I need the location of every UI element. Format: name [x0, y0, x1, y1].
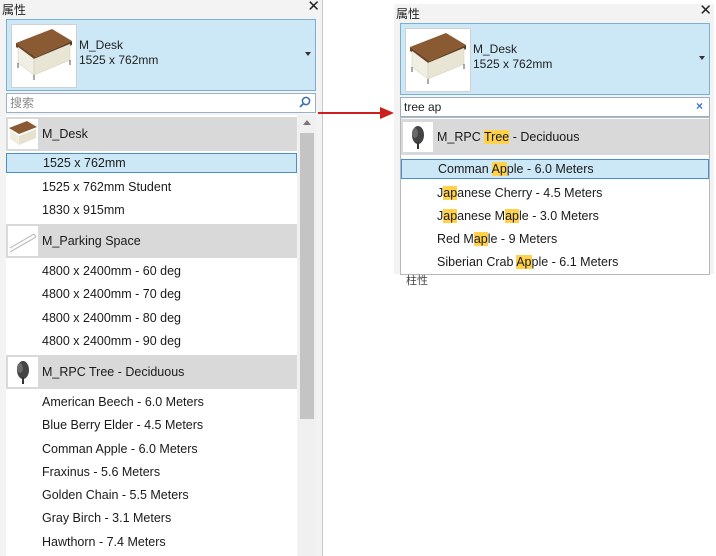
search-icon[interactable] — [299, 96, 311, 108]
group-row-m-desk: M_Desk — [6, 117, 297, 151]
list-item[interactable]: Hawthorn - 7.4 Meters — [6, 532, 297, 552]
list-item-label: Hawthorn - 7.4 Meters — [42, 535, 166, 549]
obscured-label: 柱性 — [406, 275, 428, 287]
search-input[interactable] — [401, 98, 709, 116]
list-item[interactable]: 4800 x 2400mm - 70 deg — [6, 284, 297, 304]
properties-panel-right: 属性 ✕ M_Desk 1525 x 762mm × — [394, 3, 714, 275]
list-item-label: Siberian Crab Apple - 6.1 Meters — [437, 255, 619, 269]
match-highlight: Ap — [491, 162, 507, 176]
list-item-label: 4800 x 2400mm - 90 deg — [42, 334, 181, 348]
list-item[interactable]: 1525 x 762mm Student — [6, 177, 297, 197]
match-highlight: ap — [443, 209, 458, 223]
list-item[interactable]: Japanese Maple - 3.0 Meters — [401, 206, 709, 226]
list-item-label: 1525 x 762mm — [43, 156, 126, 170]
type-list: M_Desk 1525 x 762mm 1525 x 762mm Student… — [6, 115, 297, 556]
parking-space-icon — [8, 226, 38, 256]
search-box[interactable] — [6, 93, 316, 113]
type-size: 1525 x 762mm — [473, 57, 553, 71]
list-item-label: Comman Apple - 6.0 Meters — [42, 442, 198, 456]
list-item-label: Red Maple - 9 Meters — [437, 232, 558, 246]
scroll-thumb[interactable] — [300, 133, 314, 419]
list-item[interactable]: Japanese Cherry - 4.5 Meters — [401, 183, 709, 203]
chevron-down-icon[interactable] — [699, 56, 705, 60]
type-name: M_Desk — [79, 38, 124, 52]
type-selector[interactable]: M_Desk 1525 x 762mm — [400, 23, 710, 95]
list-item[interactable]: 4800 x 2400mm - 80 deg — [6, 308, 297, 328]
list-item[interactable]: American Beech - 6.0 Meters — [6, 392, 297, 412]
list-item-label: American Beech - 6.0 Meters — [42, 395, 204, 409]
list-item-label: Comman Apple - 6.0 Meters — [438, 162, 594, 176]
properties-panel-left: 属性 ✕ M_Desk 1525 x 762mm 搜索 M_Desk 1525 … — [0, 0, 323, 556]
panel-title: 属性 — [2, 3, 27, 17]
list-item[interactable]: Red Maple - 9 Meters — [401, 229, 709, 249]
match-highlight: ap — [505, 209, 520, 223]
list-item[interactable]: Golden Chain - 5.5 Meters — [6, 485, 297, 505]
list-item-label: 4800 x 2400mm - 80 deg — [42, 311, 181, 325]
list-item[interactable]: Comman Apple - 6.0 Meters — [401, 159, 709, 179]
desk-thumbnail — [11, 24, 77, 88]
filtered-type-list: M_RPC Tree - Deciduous Comman Apple - 6.… — [400, 117, 710, 275]
match-highlight: ap — [473, 232, 488, 246]
desk-icon — [8, 119, 38, 149]
group-row-m-parking-space: M_Parking Space — [6, 224, 297, 258]
list-item-label: 4800 x 2400mm - 70 deg — [42, 287, 181, 301]
group-label: M_Parking Space — [42, 234, 141, 248]
type-size: 1525 x 762mm — [79, 53, 159, 67]
clear-search-icon[interactable]: × — [696, 99, 703, 113]
list-item-label: Blue Berry Elder - 4.5 Meters — [42, 418, 204, 432]
match-highlight: Tree — [484, 130, 510, 144]
list-item-label: Japanese Cherry - 4.5 Meters — [437, 186, 603, 200]
list-scrollbar[interactable] — [298, 115, 316, 556]
tree-icon — [8, 357, 38, 387]
list-item[interactable]: Comman Apple - 6.0 Meters — [6, 439, 297, 459]
list-item-label: Gray Birch - 3.1 Meters — [42, 511, 172, 525]
list-item[interactable]: Fraxinus - 5.6 Meters — [6, 462, 297, 482]
panel-title-bar: 属性 ✕ — [0, 0, 322, 17]
scroll-up-icon[interactable] — [303, 120, 311, 125]
group-row-m-rpc-tree: M_RPC Tree - Deciduous — [6, 355, 297, 389]
panel-title-bar: 属性 ✕ — [394, 3, 714, 22]
list-item[interactable]: Gray Birch - 3.1 Meters — [6, 508, 297, 528]
list-item[interactable]: 1525 x 762mm — [6, 153, 297, 173]
list-item[interactable]: 1830 x 915mm — [6, 200, 297, 220]
list-item-label: Golden Chain - 5.5 Meters — [42, 488, 189, 502]
type-name: M_Desk — [473, 42, 518, 56]
chevron-down-icon[interactable] — [305, 52, 311, 56]
list-item[interactable]: Siberian Crab Apple - 6.1 Meters — [401, 252, 709, 272]
search-box[interactable]: × — [400, 97, 710, 117]
match-highlight: Ap — [516, 255, 532, 269]
panel-title: 属性 — [396, 7, 421, 21]
search-input[interactable] — [7, 94, 315, 112]
close-icon[interactable]: ✕ — [307, 0, 320, 15]
type-selector[interactable]: M_Desk 1525 x 762mm — [6, 19, 316, 91]
arrow-right-icon — [318, 107, 394, 119]
group-label: M_RPC Tree - Deciduous — [42, 365, 185, 379]
list-item-label: 4800 x 2400mm - 60 deg — [42, 264, 181, 278]
group-row-m-rpc-tree: M_RPC Tree - Deciduous — [401, 119, 709, 155]
match-highlight: ap — [443, 186, 458, 200]
group-label: M_RPC Tree - Deciduous — [437, 130, 580, 144]
list-item-label: Fraxinus - 5.6 Meters — [42, 465, 161, 479]
list-item[interactable]: 4800 x 2400mm - 90 deg — [6, 331, 297, 351]
list-item-label: 1830 x 915mm — [42, 203, 125, 217]
tree-icon — [403, 122, 433, 152]
list-item[interactable]: Blue Berry Elder - 4.5 Meters — [6, 415, 297, 435]
desk-thumbnail — [405, 28, 471, 92]
list-item-label: Japanese Maple - 3.0 Meters — [437, 209, 599, 223]
list-item[interactable]: 4800 x 2400mm - 60 deg — [6, 261, 297, 281]
list-item-label: 1525 x 762mm Student — [42, 180, 172, 194]
group-label: M_Desk — [42, 127, 88, 141]
close-icon[interactable]: ✕ — [699, 3, 712, 19]
